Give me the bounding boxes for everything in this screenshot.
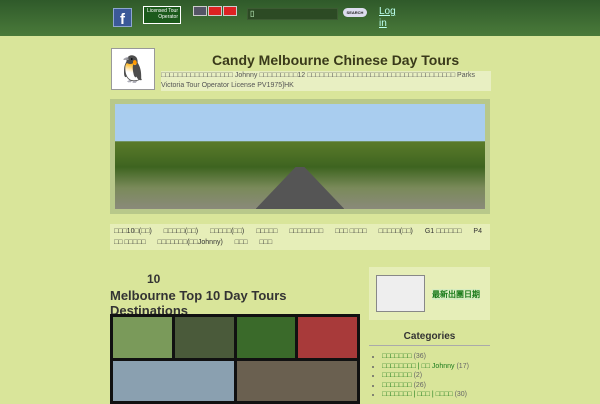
gallery-photo[interactable] <box>174 317 234 358</box>
categories-heading: Categories <box>369 331 490 346</box>
nav-item[interactable]: □□□ □□□□ <box>335 228 367 235</box>
search-input[interactable]: ▯ <box>247 8 338 20</box>
nav-item[interactable]: □□□ <box>235 239 248 246</box>
category-count: (36) <box>413 353 427 360</box>
category-count: (17) <box>456 362 469 370</box>
flag-hk-icon[interactable] <box>208 6 222 16</box>
category-count: (2) <box>413 372 423 379</box>
category-link[interactable]: □□□□□□□ <box>382 372 412 379</box>
penguin-logo[interactable]: 🐧 <box>111 48 155 90</box>
category-count: (30) <box>454 391 468 398</box>
language-flags <box>193 6 238 16</box>
tour-dates-label[interactable]: 最新出團日期 <box>432 289 480 300</box>
nav-item[interactable]: □□□□□(□□) <box>164 228 198 235</box>
main-nav: □□□10□(□□) □□□□□(□□) □□□□□(□□) □□□□□ □□□… <box>110 224 490 250</box>
category-link[interactable]: □□□□□□□ | □□□ | □□□□ <box>382 391 453 398</box>
tour-dates-widget[interactable]: 最新出團日期 <box>369 267 490 320</box>
category-link[interactable]: □□□□□□□ <box>382 382 412 389</box>
category-item: □□□□□□□ | □□□ | □□□□ (30) <box>382 390 469 400</box>
categories-list: □□□□□□□ (36) □□□□□□□□ | □□ Johnny (17) □… <box>373 352 469 400</box>
search-button[interactable]: SEARCH <box>343 8 367 17</box>
nav-item[interactable]: G1 □□□□□□ <box>425 228 462 235</box>
gallery-photo[interactable] <box>113 317 172 358</box>
facebook-icon[interactable]: f <box>113 8 132 28</box>
gallery-photo[interactable] <box>298 317 357 358</box>
top-bar: f Licensed Tour Operator ▯ SEARCH Log in <box>0 0 600 36</box>
category-count: (26) <box>413 381 427 389</box>
licensed-tour-operator-badge[interactable]: Licensed Tour Operator <box>143 6 181 24</box>
category-item: □□□□□□□ (26) <box>382 381 469 391</box>
photo-gallery <box>110 314 360 404</box>
flag-icon-1[interactable] <box>193 6 207 16</box>
category-link[interactable]: □□□□□□□□ | □□ Johnny <box>382 363 455 370</box>
nav-item[interactable]: □□□□□□□□ <box>289 228 323 235</box>
nav-item[interactable]: □□□10□(□□) <box>114 228 152 235</box>
category-link[interactable]: □□□□□□□ <box>382 353 412 360</box>
nav-item[interactable]: □□□□□(□□) <box>379 228 413 235</box>
nav-item[interactable]: □□□□□ <box>256 228 277 235</box>
gallery-photo[interactable] <box>113 360 234 401</box>
header-banner <box>110 99 490 214</box>
poplar-road-image <box>115 104 485 209</box>
category-item: □□□□□□□ (2) <box>382 371 469 381</box>
category-item: □□□□□□□ (36) <box>382 352 469 362</box>
site-title[interactable]: Candy Melbourne Chinese Day Tours <box>212 52 459 68</box>
gallery-photo[interactable] <box>236 360 357 401</box>
calendar-icon <box>376 275 425 312</box>
gallery-photo[interactable] <box>236 317 296 358</box>
post-number: 10 <box>147 272 161 286</box>
site-description: □□□□□□□□□□□□□□□□□ Johnny □□□□□□□□□12 □□□… <box>161 71 491 91</box>
flag-tw-icon[interactable] <box>223 6 237 16</box>
nav-item[interactable]: □□□□□(□□) <box>210 228 244 235</box>
nav-item[interactable]: □□□ <box>259 239 272 246</box>
category-item: □□□□□□□□ | □□ Johnny (17) <box>382 362 469 372</box>
nav-item[interactable]: □□□□□□□(□□Johnny) <box>158 239 223 246</box>
login-link[interactable]: Log in <box>379 6 399 30</box>
